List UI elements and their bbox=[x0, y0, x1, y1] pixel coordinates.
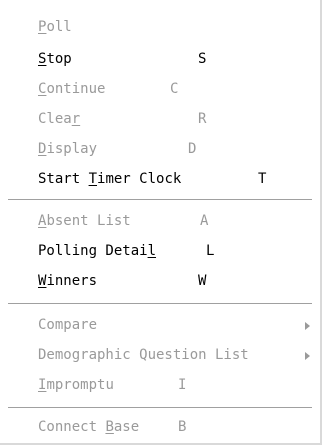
menu-item-stop[interactable]: Stop S bbox=[0, 46, 320, 72]
mnemonic-letter: B bbox=[105, 419, 114, 435]
menu-item-continue[interactable]: Continue C bbox=[0, 76, 320, 102]
menu-separator bbox=[8, 303, 312, 305]
menu-item-clear[interactable]: Clear R bbox=[0, 106, 320, 132]
menu-item-label: Winners bbox=[38, 273, 98, 289]
menu-item-label: Display bbox=[38, 141, 98, 157]
menu-item-start-timer-clock[interactable]: Start Timer Clock T bbox=[0, 166, 320, 192]
shortcut-key: W bbox=[198, 273, 207, 289]
menu-separator bbox=[8, 199, 312, 201]
menu-item-label: Start Timer Clock bbox=[38, 171, 182, 187]
menu-item-demographic-question-list[interactable]: Demographic Question List bbox=[0, 342, 320, 368]
menu-item-connect-base[interactable]: Connect Base B bbox=[0, 414, 320, 440]
shortcut-key: S bbox=[198, 51, 207, 67]
menu-item-label: Clear bbox=[38, 111, 81, 127]
shortcut-key: T bbox=[258, 171, 267, 187]
shortcut-key: B bbox=[178, 419, 187, 435]
menu-item-label: Absent List bbox=[38, 213, 131, 229]
menu-item-label: Demographic Question List bbox=[38, 347, 249, 363]
menu-item-impromptu[interactable]: Impromptu I bbox=[0, 372, 320, 398]
shortcut-key: C bbox=[170, 81, 179, 97]
menu-separator bbox=[8, 407, 312, 409]
menu-item-label: Polling Detail bbox=[38, 243, 157, 259]
mnemonic-letter: r bbox=[71, 111, 81, 127]
menu-item-label: Continue bbox=[38, 81, 106, 97]
mnemonic-letter: T bbox=[88, 171, 98, 187]
menu-item-label: Stop bbox=[38, 51, 72, 67]
menu-item-poll[interactable]: Poll bbox=[0, 14, 320, 40]
menu-item-absent-list[interactable]: Absent List A bbox=[0, 208, 320, 234]
menu-item-label: Connect Base bbox=[38, 419, 140, 435]
submenu-arrow-icon bbox=[305, 352, 310, 360]
shortcut-key: A bbox=[200, 213, 209, 229]
menu-item-polling-detail[interactable]: Polling Detail L bbox=[0, 238, 320, 264]
menu-item-display[interactable]: Display D bbox=[0, 136, 320, 162]
mnemonic-letter: l bbox=[147, 243, 157, 259]
menu-item-winners[interactable]: Winners W bbox=[0, 268, 320, 294]
context-menu: Poll Stop S Continue C Clear R Display D… bbox=[0, 0, 322, 445]
menu-item-label: Impromptu bbox=[38, 377, 114, 393]
shortcut-key: D bbox=[188, 141, 197, 157]
shortcut-key: L bbox=[206, 243, 215, 259]
menu-item-label: Compare bbox=[38, 317, 98, 333]
menu-item-label: Poll bbox=[38, 19, 72, 35]
submenu-arrow-icon bbox=[305, 322, 310, 330]
shortcut-key: R bbox=[198, 111, 207, 127]
shortcut-key: I bbox=[178, 377, 187, 393]
menu-item-compare[interactable]: Compare bbox=[0, 312, 320, 338]
